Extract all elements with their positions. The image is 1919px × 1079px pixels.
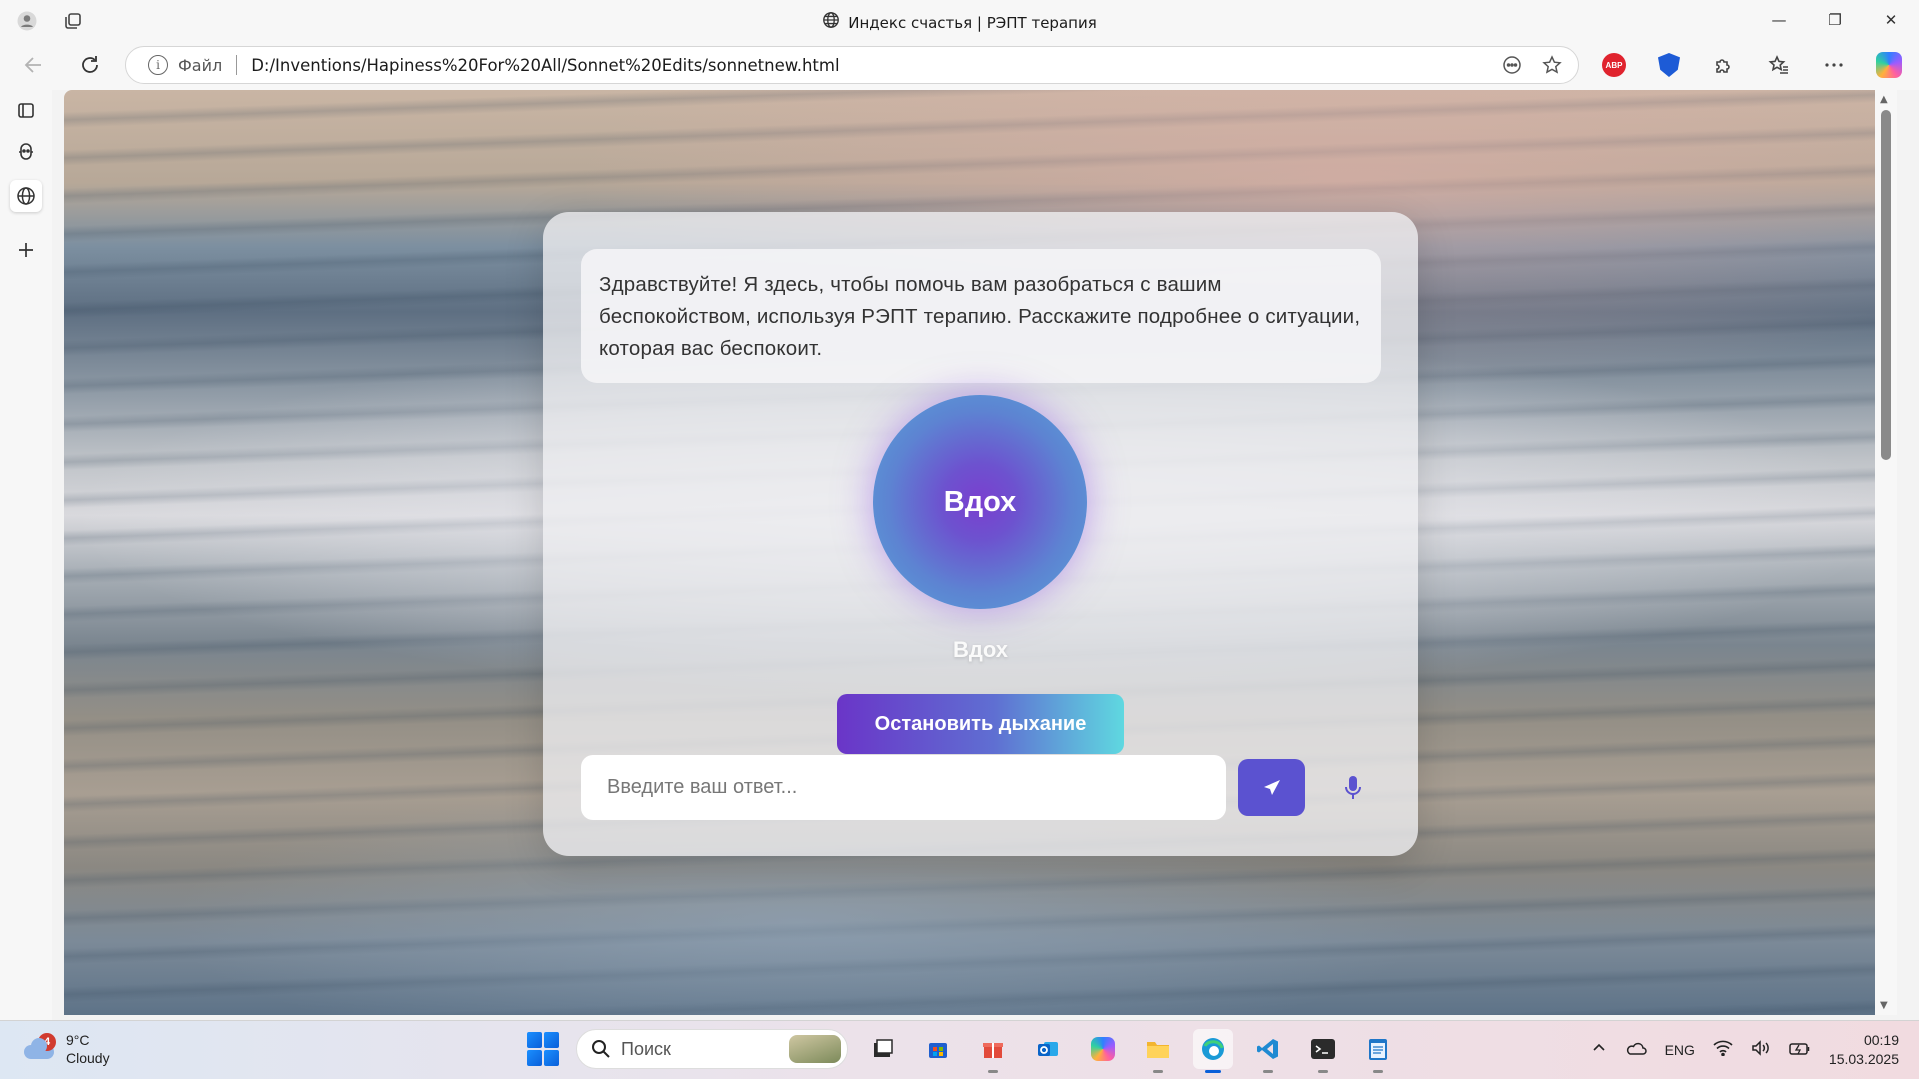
stop-breathing-button[interactable]: Остановить дыхание [837, 694, 1124, 754]
weather-badge: 4 [38, 1033, 56, 1051]
microphone-icon [1345, 775, 1361, 799]
add-icon[interactable] [10, 234, 42, 266]
page-viewport: Здравствуйте! Я здесь, чтобы помочь вам … [64, 90, 1897, 1015]
copilot-sidebar-icon[interactable] [10, 136, 42, 168]
scrollbar-thumb[interactable] [1881, 110, 1891, 460]
running-indicator [1373, 1070, 1383, 1073]
url-text[interactable]: D:/Inventions/Hapiness%20For%20All/Sonne… [251, 56, 839, 75]
info-icon[interactable]: i [148, 55, 168, 75]
cloud-icon: 4 [22, 1033, 56, 1061]
running-indicator [1153, 1070, 1163, 1073]
chevron-up-icon[interactable] [1591, 1040, 1607, 1061]
clock-date: 15.03.2025 [1828, 1051, 1899, 1067]
favorite-star-icon[interactable] [1540, 53, 1564, 77]
extensions-row: ABP [1597, 50, 1906, 80]
browser-toolbar: i Файл D:/Inventions/Hapiness%20For%20Al… [0, 40, 1919, 90]
taskbar-search-placeholder: Поиск [621, 1038, 671, 1059]
copilot-app-icon[interactable] [1083, 1029, 1123, 1069]
back-button[interactable] [16, 47, 52, 83]
address-separator [236, 55, 238, 75]
weather-temperature: 9°C [66, 1032, 90, 1048]
breath-phase-label: Вдох [953, 637, 1008, 662]
reload-icon [82, 56, 98, 73]
close-button[interactable]: ✕ [1863, 0, 1919, 40]
globe-sidebar-icon[interactable] [10, 180, 42, 212]
breathing-circle: Вдох [873, 395, 1087, 609]
system-tray: ENG 00:19 15.03.2025 [1591, 1031, 1899, 1069]
edge-icon[interactable] [1193, 1029, 1233, 1073]
minimize-button[interactable]: — [1751, 0, 1807, 40]
title-bar: Индекс счастья | РЭПТ терапия — ❐ ✕ [0, 0, 1919, 40]
back-icon [24, 57, 41, 73]
task-view-icon[interactable] [863, 1029, 903, 1069]
clock-time: 00:19 [1863, 1032, 1899, 1048]
extensions-puzzle-icon[interactable] [1707, 50, 1741, 80]
windows-taskbar: 4 9°C Cloudy Поиск ENG 00:19 15.03.2025 [0, 1020, 1919, 1079]
running-indicator [1318, 1070, 1328, 1073]
weather-condition: Cloudy [66, 1050, 110, 1066]
notepad-icon[interactable] [1358, 1029, 1398, 1073]
abp-extension-icon[interactable]: ABP [1597, 50, 1631, 80]
microsoft-store-icon[interactable] [918, 1029, 958, 1069]
favorites-icon[interactable] [1762, 50, 1796, 80]
taskbar-search[interactable]: Поиск [576, 1029, 848, 1069]
outlook-icon[interactable] [1028, 1029, 1068, 1069]
copilot-logo [1876, 52, 1902, 78]
volume-icon[interactable] [1751, 1039, 1771, 1061]
copilot-icon[interactable] [1872, 50, 1906, 80]
search-icon [592, 1040, 610, 1058]
scrollbar[interactable]: ▲ ▼ [1875, 90, 1897, 1015]
reload-button[interactable] [72, 47, 108, 83]
vscode-icon[interactable] [1248, 1029, 1288, 1073]
terminal-icon[interactable] [1303, 1029, 1343, 1073]
restore-button[interactable]: ❐ [1807, 0, 1863, 40]
address-bar-actions [1500, 53, 1564, 77]
breathing-circle-wrap: Вдох [873, 395, 1087, 609]
scroll-up-icon[interactable]: ▲ [1880, 94, 1888, 105]
scroll-down-icon[interactable]: ▼ [1880, 1000, 1888, 1011]
window-title: Индекс счастья | РЭПТ терапия [0, 11, 1919, 34]
more-icon[interactable] [1817, 50, 1851, 80]
wifi-icon[interactable] [1713, 1040, 1733, 1061]
running-indicator [1205, 1070, 1221, 1073]
shield-badge [1658, 53, 1680, 77]
chat-card: Здравствуйте! Я здесь, чтобы помочь вам … [543, 212, 1418, 856]
window-title-text: Индекс счастья | РЭПТ терапия [848, 13, 1097, 32]
microphone-button[interactable] [1328, 759, 1378, 816]
window-controls: — ❐ ✕ [1751, 0, 1919, 40]
running-indicator [1263, 1070, 1273, 1073]
answer-input[interactable]: Введите ваш ответ... [581, 755, 1226, 820]
reader-icon[interactable] [1500, 53, 1524, 77]
bot-message: Здравствуйте! Я здесь, чтобы помочь вам … [581, 249, 1381, 383]
battery-icon[interactable] [1789, 1040, 1811, 1061]
clock[interactable]: 00:19 15.03.2025 [1829, 1031, 1899, 1069]
send-icon [1263, 779, 1280, 795]
weather-text: 9°C Cloudy [66, 1031, 110, 1067]
onedrive-icon[interactable] [1625, 1040, 1647, 1061]
weather-widget[interactable]: 4 9°C Cloudy [22, 1031, 110, 1067]
file-scheme-label: Файл [178, 55, 223, 75]
copilot-app-logo [1091, 1037, 1115, 1061]
send-button[interactable] [1238, 759, 1305, 816]
running-indicator [988, 1070, 998, 1073]
windows-start-icon[interactable] [527, 1032, 561, 1066]
taskbar-apps: Поиск [527, 1029, 1398, 1073]
shield-extension-icon[interactable] [1652, 50, 1686, 80]
collections-icon[interactable] [10, 94, 42, 126]
browser-sidebar [0, 90, 52, 1020]
address-bar[interactable]: i Файл D:/Inventions/Hapiness%20For%20Al… [125, 46, 1579, 84]
file-explorer-icon[interactable] [1138, 1029, 1178, 1073]
abp-badge: ABP [1602, 53, 1626, 77]
globe-icon [822, 11, 840, 34]
language-indicator[interactable]: ENG [1665, 1042, 1695, 1058]
gift-app-icon[interactable] [973, 1029, 1013, 1073]
search-highlight-image [789, 1035, 841, 1063]
